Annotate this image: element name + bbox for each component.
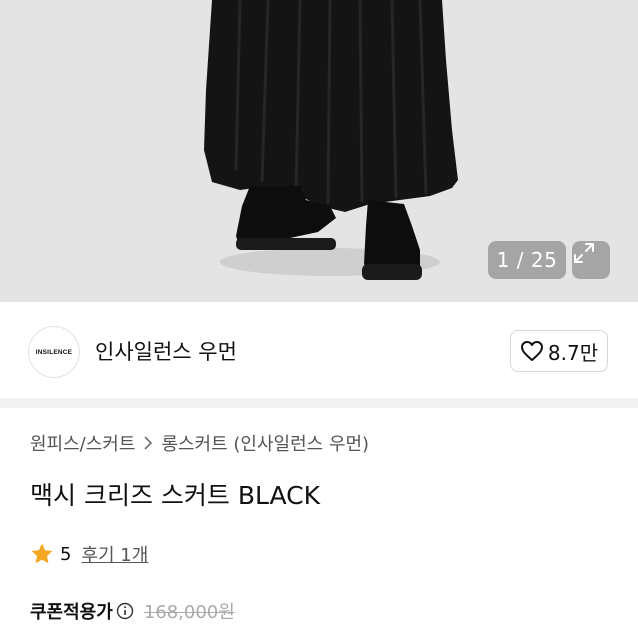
like-button[interactable]: 8.7만 xyxy=(510,330,608,372)
product-image-gallery[interactable]: 1 / 25 xyxy=(0,0,638,302)
brand-logo-text: INSILENCE xyxy=(35,348,73,356)
heart-icon xyxy=(520,341,543,361)
original-price: 168,000원 xyxy=(143,602,235,623)
price-row: 쿠폰적용가 168,000원 xyxy=(30,598,235,624)
image-counter: 1 / 25 xyxy=(488,241,566,279)
brand-logo[interactable]: INSILENCE xyxy=(28,326,80,378)
info-icon[interactable] xyxy=(116,602,134,620)
breadcrumb-subcategory[interactable]: 롱스커트 (인사일런스 우먼) xyxy=(161,430,369,456)
like-count: 8.7만 xyxy=(547,340,599,365)
coupon-price-label: 쿠폰적용가 xyxy=(30,602,113,623)
rating-row: 5 후기 1개 xyxy=(30,541,148,567)
rating-score: 5 xyxy=(60,543,72,565)
breadcrumb-category[interactable]: 원피스/스커트 xyxy=(30,430,135,456)
expand-button[interactable] xyxy=(572,241,610,279)
breadcrumb: 원피스/스커트 롱스커트 (인사일런스 우먼) xyxy=(30,430,369,456)
section-divider xyxy=(0,398,638,408)
review-link[interactable]: 후기 1개 xyxy=(81,541,148,567)
chevron-right-icon xyxy=(143,436,153,450)
brand-row: INSILENCE 인사일런스 우먼 8.7만 xyxy=(0,302,638,398)
star-icon xyxy=(31,543,53,564)
brand-name[interactable]: 인사일런스 우먼 xyxy=(95,336,237,366)
expand-icon xyxy=(574,243,594,263)
product-title: 맥시 크리즈 스커트 BLACK xyxy=(30,481,321,510)
